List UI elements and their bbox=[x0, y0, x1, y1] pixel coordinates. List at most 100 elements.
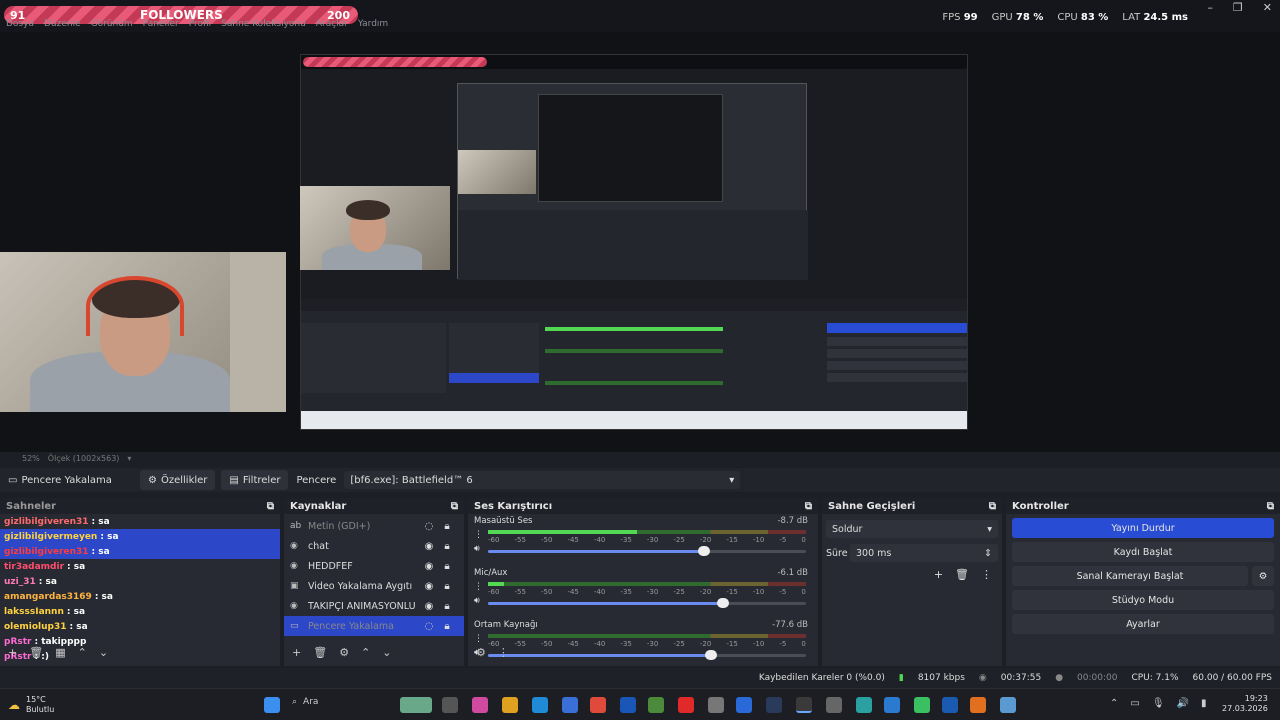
start-virtual-camera-button[interactable]: Sanal Kamerayı Başlat bbox=[1012, 566, 1248, 586]
store-icon[interactable] bbox=[562, 697, 578, 713]
app-icon-lightgreen[interactable] bbox=[914, 697, 930, 713]
undock-icon[interactable]: ⧉ bbox=[1267, 501, 1274, 512]
eye-hidden-icon[interactable]: ◌ bbox=[420, 621, 438, 632]
chevron-down-icon[interactable]: ▾ bbox=[127, 454, 131, 463]
volume-slider-knob[interactable] bbox=[698, 546, 711, 556]
menu-scene-collection[interactable]: Sahne Koleksiyonu bbox=[221, 19, 306, 31]
app-icon-navy[interactable] bbox=[942, 697, 958, 713]
source-item[interactable]: ▭ Pencere Yakalama ◌ 🔒︎ bbox=[284, 616, 464, 636]
studio-mode-button[interactable]: Stüdyo Modu bbox=[1012, 590, 1274, 610]
trash-icon[interactable]: 🗑 bbox=[29, 646, 43, 659]
undock-icon[interactable]: ⧉ bbox=[805, 501, 812, 512]
lock-icon[interactable]: 🔒︎ bbox=[438, 521, 456, 532]
source-item[interactable]: ◉ chat ◉ 🔒︎ bbox=[284, 536, 464, 556]
lock-icon[interactable]: 🔒︎ bbox=[438, 601, 456, 612]
window-select[interactable]: [bf6.exe]: Battlefield™ 6 ▾ bbox=[344, 471, 741, 489]
taskbar-search[interactable]: ⌕ Ara bbox=[292, 697, 318, 707]
eye-icon[interactable]: ◉ bbox=[420, 561, 438, 572]
volume-icon[interactable]: 🔊︎ bbox=[474, 596, 483, 606]
taskbar-clock[interactable]: 19:23 27.03.2026 bbox=[1222, 694, 1268, 714]
filters-button[interactable]: ▤ Filtreler bbox=[221, 470, 289, 490]
properties-button[interactable]: ⚙ Özellikler bbox=[140, 470, 216, 490]
source-item[interactable]: ◉ TAKIPÇI ANIMASYONLU ◉ 🔒︎ bbox=[284, 596, 464, 616]
volume-slider[interactable] bbox=[488, 598, 806, 608]
more-icon[interactable]: ⋮ bbox=[498, 646, 509, 659]
volume-slider-knob[interactable] bbox=[717, 598, 730, 608]
app-icon-teal[interactable] bbox=[856, 697, 872, 713]
undock-icon[interactable]: ⧉ bbox=[267, 501, 274, 512]
edge-icon[interactable] bbox=[532, 697, 548, 713]
trash-icon[interactable]: 🗑 bbox=[955, 568, 969, 581]
trash-icon[interactable]: 🗑 bbox=[313, 646, 327, 659]
menu-edit[interactable]: Düzenle bbox=[44, 19, 81, 31]
add-icon[interactable]: + bbox=[934, 568, 943, 581]
more-icon[interactable]: ⋮ bbox=[981, 568, 992, 581]
gear-icon[interactable]: ⚙ bbox=[1252, 566, 1274, 586]
lock-icon[interactable]: 🔒︎ bbox=[438, 581, 456, 592]
app-icon-lightblue[interactable] bbox=[1000, 697, 1016, 713]
volume-icon[interactable]: 🔊 bbox=[1177, 698, 1189, 709]
app-icon-gray[interactable] bbox=[826, 697, 842, 713]
stop-streaming-button[interactable]: Yayını Durdur bbox=[1012, 518, 1274, 538]
source-item[interactable]: ▣ Video Yakalama Aygıtı ◉ 🔒︎ bbox=[284, 576, 464, 596]
volume-slider[interactable] bbox=[488, 546, 806, 556]
start-recording-button[interactable]: Kaydı Başlat bbox=[1012, 542, 1274, 562]
copilot-icon[interactable] bbox=[472, 697, 488, 713]
chevron-down-icon[interactable]: ⌄ bbox=[382, 646, 391, 659]
minimize-button[interactable]: – bbox=[1207, 1, 1213, 14]
eye-icon[interactable]: ◉ bbox=[420, 541, 438, 552]
settings-button[interactable]: Ayarlar bbox=[1012, 614, 1274, 634]
transition-select[interactable]: Soldur ▾ bbox=[826, 520, 998, 538]
chatgpt-icon[interactable] bbox=[708, 697, 724, 713]
chevron-up-icon[interactable]: ⌃ bbox=[1110, 698, 1118, 709]
source-item[interactable]: ◉ HEDDFEF ◉ 🔒︎ bbox=[284, 556, 464, 576]
close-button[interactable]: ✕ bbox=[1263, 1, 1272, 14]
menu-profile[interactable]: Profil bbox=[189, 19, 211, 31]
task-view-icon[interactable] bbox=[442, 697, 458, 713]
app-icon-green[interactable] bbox=[648, 697, 664, 713]
app-icon-orange[interactable] bbox=[970, 697, 986, 713]
network-icon[interactable]: ▭ bbox=[1130, 698, 1139, 709]
menu-help[interactable]: Yardım bbox=[358, 19, 388, 31]
volume-slider-knob[interactable] bbox=[704, 650, 717, 660]
eye-icon[interactable]: ◉ bbox=[420, 581, 438, 592]
chevron-down-icon[interactable]: ⌄ bbox=[99, 646, 108, 659]
preview-area[interactable] bbox=[0, 32, 1280, 452]
stepper-icon[interactable]: ⇕ bbox=[984, 548, 992, 559]
steam-icon[interactable] bbox=[766, 697, 782, 713]
zoom-value[interactable]: 52% bbox=[22, 454, 40, 463]
chevron-up-icon[interactable]: ⌃ bbox=[361, 646, 370, 659]
volume-slider[interactable] bbox=[488, 650, 806, 660]
app-icon-dark-blue[interactable] bbox=[736, 697, 752, 713]
obs-icon[interactable] bbox=[796, 697, 812, 713]
duration-input[interactable]: 300 ms ⇕ bbox=[850, 544, 998, 562]
eye-icon[interactable]: ◉ bbox=[420, 601, 438, 612]
menu-file[interactable]: Dosya bbox=[6, 19, 34, 31]
weather-widget[interactable]: ☁ 15°C Bulutlu bbox=[8, 695, 54, 715]
microphone-icon[interactable]: 🎙 bbox=[1152, 698, 1165, 709]
file-explorer-icon[interactable] bbox=[502, 697, 518, 713]
yandex-icon[interactable] bbox=[678, 697, 694, 713]
maximize-button[interactable]: ❐ bbox=[1233, 1, 1243, 14]
gear-icon[interactable]: ⚙ bbox=[476, 646, 486, 659]
add-icon[interactable]: + bbox=[8, 646, 17, 659]
eye-hidden-icon[interactable]: ◌ bbox=[420, 521, 438, 532]
more-icon[interactable]: ⋮ bbox=[474, 582, 483, 592]
app-icon-chrome-alt[interactable] bbox=[884, 697, 900, 713]
source-item[interactable]: ab Metin (GDI+) ◌ 🔒︎ bbox=[284, 516, 464, 536]
app-icon-blue[interactable] bbox=[620, 697, 636, 713]
more-icon[interactable]: ⋮ bbox=[474, 530, 483, 540]
undock-icon[interactable]: ⧉ bbox=[451, 501, 458, 512]
gear-icon[interactable]: ⚙ bbox=[339, 646, 349, 659]
volume-icon[interactable]: 🔊︎ bbox=[474, 544, 483, 554]
battery-icon[interactable]: ▮ bbox=[1201, 698, 1207, 709]
filter-icon[interactable]: ▦ bbox=[55, 646, 65, 659]
lock-icon[interactable]: 🔒︎ bbox=[438, 561, 456, 572]
menu-docks[interactable]: Paneller bbox=[143, 19, 179, 31]
windows-start-icon[interactable] bbox=[264, 697, 280, 713]
lock-icon[interactable]: 🔒︎ bbox=[438, 621, 456, 632]
chrome-icon[interactable] bbox=[590, 697, 606, 713]
chevron-up-icon[interactable]: ⌃ bbox=[78, 646, 87, 659]
menu-tools[interactable]: Araçlar bbox=[316, 19, 348, 31]
more-icon[interactable]: ⋮ bbox=[474, 634, 483, 644]
